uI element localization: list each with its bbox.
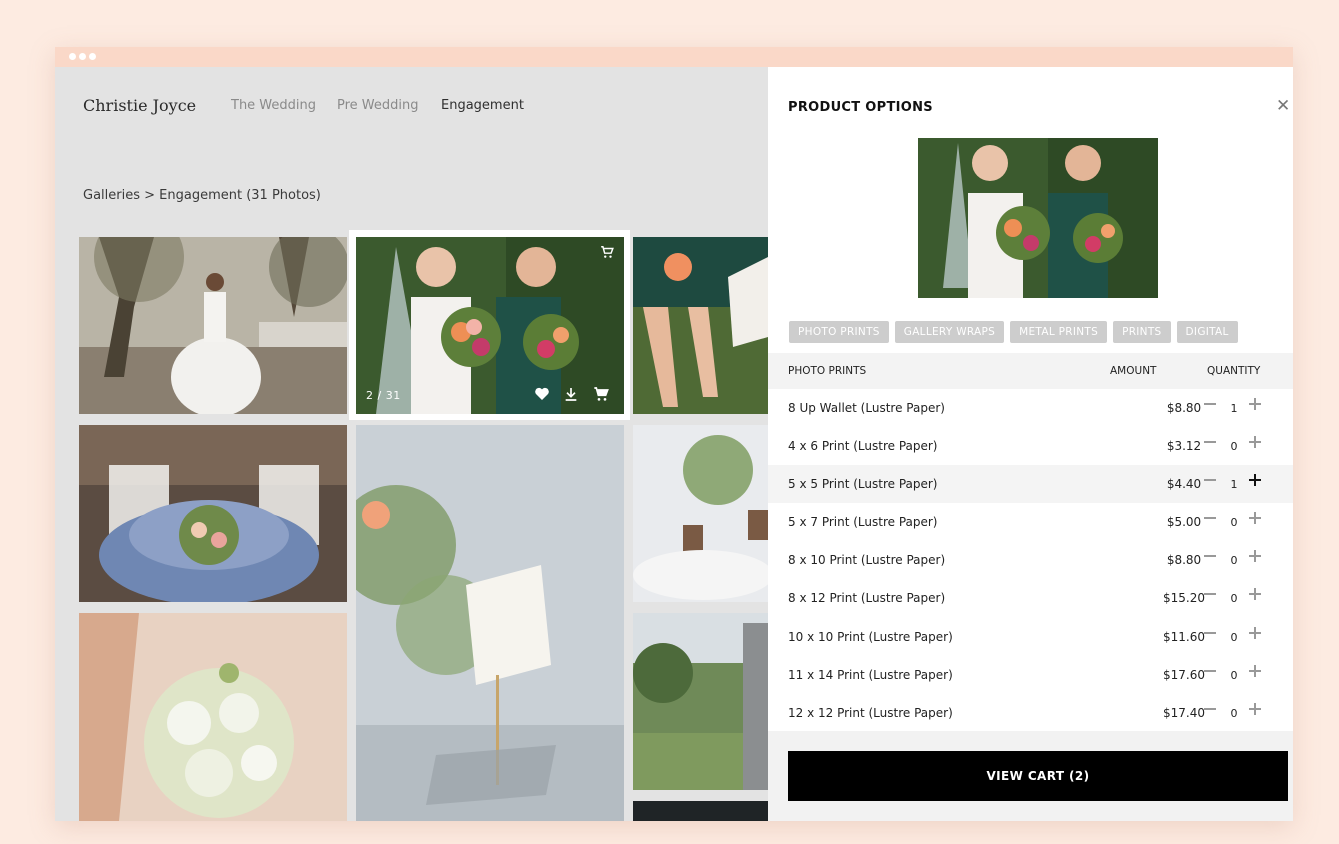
column-header-quantity: QUANTITY (1207, 365, 1261, 377)
plus-icon[interactable] (1249, 398, 1261, 410)
table-row: 8 Up Wallet (Lustre Paper) $8.80 1 (768, 389, 1293, 427)
table-row: 5 x 5 Print (Lustre Paper) $4.40 1 (768, 465, 1293, 503)
gallery-photo[interactable] (356, 425, 624, 821)
table-row: 8 x 12 Print (Lustre Paper) $15.20 0 (768, 579, 1293, 617)
table-row: 12 x 12 Print (Lustre Paper) $17.40 0 (768, 694, 1293, 732)
breadcrumb: Galleries > Engagement (31 Photos) (83, 188, 321, 203)
panel-title: PRODUCT OPTIONS (788, 100, 933, 115)
photo-counter: 2 / 31 (366, 389, 401, 402)
product-quantity: 0 (1230, 669, 1238, 682)
gallery-photo[interactable] (633, 425, 768, 602)
product-name: 11 x 14 Print (Lustre Paper) (788, 668, 953, 682)
tab-metal-prints[interactable]: METAL PRINTS (1010, 321, 1108, 343)
product-amount: $8.80 (1166, 553, 1202, 567)
product-category-tabs: PHOTO PRINTS GALLERY WRAPS METAL PRINTS … (789, 321, 1238, 343)
nav-the-wedding[interactable]: The Wedding (231, 98, 316, 113)
window-titlebar (55, 47, 1293, 67)
table-row: 8 x 10 Print (Lustre Paper) $8.80 0 (768, 541, 1293, 579)
gallery-photo[interactable] (633, 801, 768, 821)
plus-icon[interactable] (1249, 703, 1261, 715)
minus-icon[interactable] (1204, 670, 1216, 672)
table-row: 5 x 7 Print (Lustre Paper) $5.00 0 (768, 503, 1293, 541)
heart-icon[interactable] (534, 386, 550, 402)
minus-icon[interactable] (1204, 403, 1216, 405)
column-header-name: PHOTO PRINTS (788, 365, 867, 377)
gallery-photo[interactable] (79, 425, 347, 602)
close-icon[interactable]: ✕ (1276, 96, 1290, 116)
tab-gallery-wraps[interactable]: GALLERY WRAPS (894, 321, 1005, 343)
product-name: 8 x 10 Print (Lustre Paper) (788, 553, 946, 567)
nav-pre-wedding[interactable]: Pre Wedding (337, 98, 419, 113)
minus-icon[interactable] (1204, 632, 1216, 634)
plus-icon[interactable] (1249, 550, 1261, 562)
cart-icon[interactable] (592, 386, 610, 402)
plus-icon[interactable] (1249, 627, 1261, 639)
product-quantity: 0 (1230, 707, 1238, 720)
gallery-area: Christie Joyce The Wedding Pre Wedding E… (55, 67, 768, 821)
plus-icon[interactable] (1249, 474, 1261, 486)
column-header-amount: AMOUNT (1110, 365, 1157, 377)
minus-icon[interactable] (1204, 555, 1216, 557)
product-amount: $5.00 (1166, 515, 1202, 529)
browser-window: Christie Joyce The Wedding Pre Wedding E… (55, 47, 1293, 821)
minus-icon[interactable] (1204, 479, 1216, 481)
table-row: 4 x 6 Print (Lustre Paper) $3.12 0 (768, 427, 1293, 465)
window-dot (89, 53, 96, 60)
table-row: 11 x 14 Print (Lustre Paper) $17.60 0 (768, 656, 1293, 694)
gallery-photo[interactable] (633, 613, 768, 790)
product-quantity: 0 (1230, 440, 1238, 453)
product-amount: $3.12 (1166, 439, 1202, 453)
product-amount: $17.60 (1163, 668, 1205, 682)
product-quantity: 0 (1230, 516, 1238, 529)
nav-engagement[interactable]: Engagement (441, 98, 524, 113)
product-amount: $11.60 (1163, 630, 1205, 644)
minus-icon[interactable] (1204, 517, 1216, 519)
view-cart-button[interactable]: VIEW CART (2) (788, 751, 1288, 801)
selected-gallery-photo[interactable]: 2 / 31 (356, 237, 624, 414)
tab-prints[interactable]: PRINTS (1113, 321, 1171, 343)
product-name: 10 x 10 Print (Lustre Paper) (788, 630, 953, 644)
product-name: 8 x 12 Print (Lustre Paper) (788, 591, 946, 605)
product-quantity: 0 (1230, 592, 1238, 605)
product-quantity: 1 (1230, 402, 1238, 415)
plus-icon[interactable] (1249, 588, 1261, 600)
brand-logo[interactable]: Christie Joyce (83, 96, 196, 115)
product-amount: $4.40 (1166, 477, 1202, 491)
minus-icon[interactable] (1204, 708, 1216, 710)
gallery-photo[interactable] (79, 237, 347, 414)
product-amount: $17.40 (1163, 706, 1205, 720)
product-name: 8 Up Wallet (Lustre Paper) (788, 401, 945, 415)
table-row: 10 x 10 Print (Lustre Paper) $11.60 0 (768, 618, 1293, 656)
cart-icon[interactable] (600, 245, 614, 259)
product-amount: $15.20 (1163, 591, 1205, 605)
minus-icon[interactable] (1204, 593, 1216, 595)
product-quantity: 1 (1230, 478, 1238, 491)
plus-icon[interactable] (1249, 436, 1261, 448)
table-header: PHOTO PRINTS AMOUNT QUANTITY (768, 353, 1293, 389)
gallery-photo[interactable] (79, 613, 347, 821)
product-name: 5 x 5 Print (Lustre Paper) (788, 477, 938, 491)
plus-icon[interactable] (1249, 665, 1261, 677)
product-name: 4 x 6 Print (Lustre Paper) (788, 439, 938, 453)
product-amount: $8.80 (1166, 401, 1202, 415)
window-dot (69, 53, 76, 60)
product-name: 5 x 7 Print (Lustre Paper) (788, 515, 938, 529)
download-icon[interactable] (563, 386, 579, 402)
tab-digital[interactable]: DIGITAL (1176, 321, 1238, 343)
plus-icon[interactable] (1249, 512, 1261, 524)
window-dot (79, 53, 86, 60)
product-name: 12 x 12 Print (Lustre Paper) (788, 706, 953, 720)
minus-icon[interactable] (1204, 441, 1216, 443)
product-preview-image (918, 138, 1158, 298)
product-options-panel: PRODUCT OPTIONS ✕ PHOTO PRINTS GALLERY W… (768, 67, 1293, 821)
tab-photo-prints[interactable]: PHOTO PRINTS (789, 321, 889, 343)
product-quantity: 0 (1230, 554, 1238, 567)
product-quantity: 0 (1230, 631, 1238, 644)
gallery-photo[interactable] (633, 237, 768, 414)
